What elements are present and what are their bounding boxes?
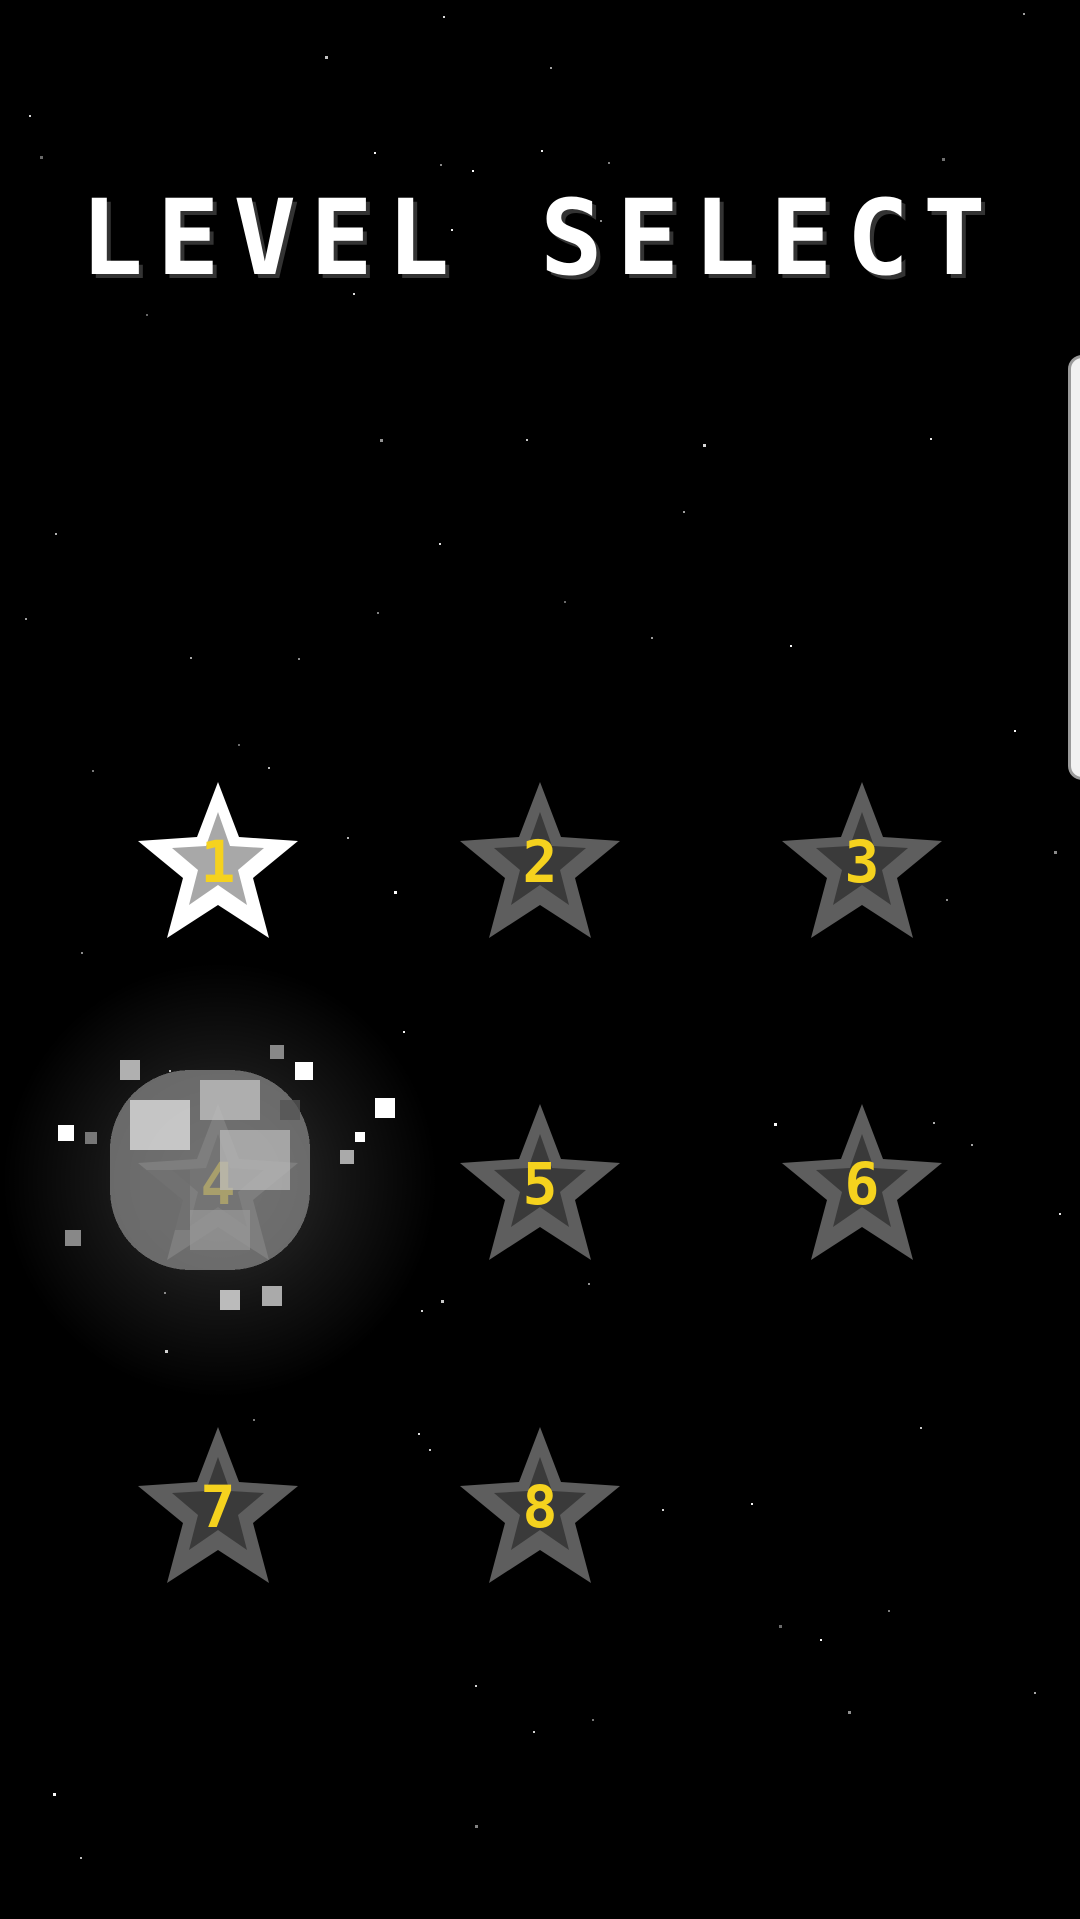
background-star xyxy=(779,1625,782,1628)
background-star xyxy=(683,511,685,513)
background-star xyxy=(942,158,945,161)
background-star xyxy=(703,444,706,447)
background-star xyxy=(790,645,792,647)
page-title: LEVEL SELECT xyxy=(80,177,1000,299)
level-5-button[interactable]: 5 xyxy=(450,1097,630,1277)
background-star xyxy=(325,56,328,59)
background-star xyxy=(347,837,349,839)
background-star xyxy=(751,1503,753,1505)
background-star xyxy=(472,170,474,172)
background-star xyxy=(81,952,83,954)
background-star xyxy=(564,601,566,603)
level-number: 1 xyxy=(200,828,236,896)
background-star xyxy=(190,657,192,659)
edge-panel-handle[interactable] xyxy=(1068,355,1080,780)
background-star xyxy=(268,767,270,769)
background-star xyxy=(394,891,397,894)
background-star xyxy=(298,658,300,660)
background-star xyxy=(588,1283,590,1285)
background-star xyxy=(40,156,43,159)
background-star xyxy=(238,744,240,746)
level-3-button[interactable]: 3 xyxy=(772,775,952,955)
level-number: 6 xyxy=(844,1150,880,1218)
background-star xyxy=(541,150,543,152)
background-star xyxy=(550,67,552,69)
background-star xyxy=(592,1719,594,1721)
level-number: 7 xyxy=(200,1473,236,1541)
background-star xyxy=(820,1639,822,1641)
background-star xyxy=(55,533,57,535)
background-star xyxy=(439,543,441,545)
asteroid-icon xyxy=(58,1045,395,1310)
background-star xyxy=(403,1031,405,1033)
level-1-button[interactable]: 1 xyxy=(128,775,308,955)
background-star xyxy=(418,1433,420,1435)
background-star xyxy=(1014,730,1016,732)
background-star xyxy=(429,1449,431,1451)
background-star xyxy=(475,1685,477,1687)
background-star xyxy=(971,1144,973,1146)
background-star xyxy=(1023,13,1025,15)
background-star xyxy=(53,1793,56,1796)
level-7-button[interactable]: 7 xyxy=(128,1420,308,1600)
background-star xyxy=(662,1509,664,1511)
level-8-button[interactable]: 8 xyxy=(450,1420,630,1600)
background-star xyxy=(374,152,376,154)
background-star xyxy=(888,1610,890,1612)
level-number: 3 xyxy=(844,828,880,896)
level-number: 8 xyxy=(522,1473,558,1541)
background-star xyxy=(80,1857,82,1859)
background-star xyxy=(377,612,379,614)
background-star xyxy=(380,439,383,442)
background-star xyxy=(1059,1213,1061,1215)
level-6-button[interactable]: 6 xyxy=(772,1097,952,1277)
background-star xyxy=(608,162,610,164)
background-star xyxy=(443,16,445,18)
background-star xyxy=(29,115,31,117)
background-star xyxy=(146,314,148,316)
level-number: 2 xyxy=(522,828,558,896)
background-star xyxy=(92,770,94,772)
background-star xyxy=(526,439,528,441)
background-star xyxy=(25,618,27,620)
background-star xyxy=(441,1300,444,1303)
background-star xyxy=(440,164,442,166)
background-star xyxy=(533,1731,535,1733)
background-star xyxy=(930,438,932,440)
background-star xyxy=(1034,1692,1036,1694)
background-star xyxy=(848,1711,851,1714)
level-number: 5 xyxy=(522,1150,558,1218)
background-star xyxy=(421,1310,423,1312)
background-star xyxy=(1054,851,1057,854)
background-star xyxy=(475,1825,478,1828)
level-2-button[interactable]: 2 xyxy=(450,775,630,955)
background-star xyxy=(651,637,653,639)
background-star xyxy=(920,1427,922,1429)
